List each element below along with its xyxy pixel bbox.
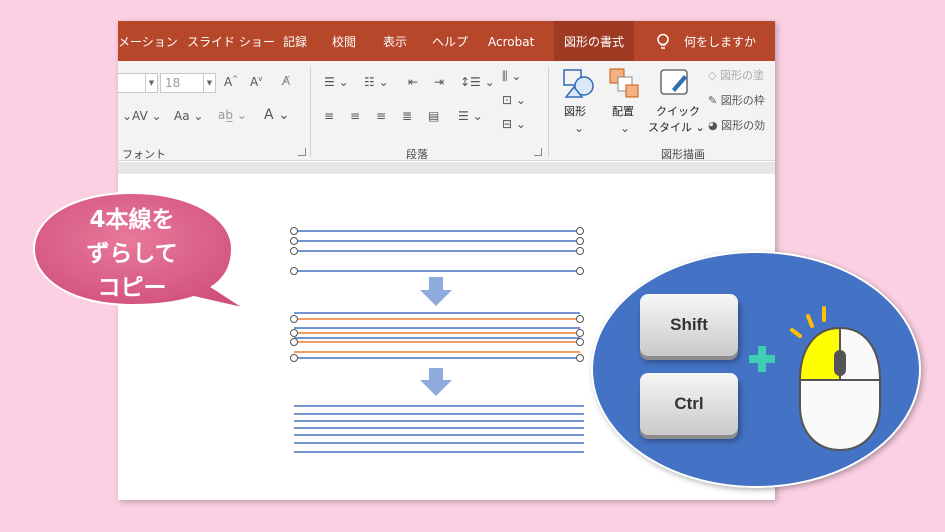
plus-icon [749, 346, 775, 372]
align-center-icon[interactable]: ≡ [350, 109, 360, 123]
tab-shape-format[interactable]: 図形の書式 [554, 21, 635, 61]
paragraph-dialog-launcher-icon[interactable] [534, 148, 542, 156]
distribute-icon[interactable]: ▤ [428, 109, 439, 123]
shape-fill-button[interactable]: ◇ 図形の塗 [708, 67, 764, 83]
paint-bucket-icon: ◇ [708, 69, 717, 82]
font-dialog-launcher-icon[interactable] [298, 148, 306, 156]
increase-indent-icon[interactable]: ⇥ [434, 75, 444, 89]
tab-slideshow[interactable]: スライド ショー [187, 21, 275, 61]
line-group-original[interactable] [290, 227, 584, 275]
paragraph-group-label: 段落 [406, 148, 428, 161]
ribbon-canvas-gap [118, 162, 775, 174]
callout-line: 4本線を [89, 207, 175, 233]
ribbon-tab-bar: メーション スライド ショー 記録 校閲 表示 ヘルプ Acrobat 図形の書… [118, 21, 775, 61]
grow-font-icon[interactable]: A^ [224, 75, 238, 89]
shift-key-icon: Shift [640, 294, 738, 356]
group-divider [310, 67, 311, 157]
font-size-value: 18 [165, 76, 181, 90]
align-right-icon[interactable]: ≡ [376, 109, 386, 123]
shapes-label[interactable]: 図形 [564, 103, 586, 119]
arrange-icon[interactable] [608, 67, 640, 99]
tell-me-search[interactable]: 何をしますか [684, 21, 756, 61]
quick-styles-icon[interactable] [658, 67, 692, 99]
justify-icon[interactable]: ≣ [402, 109, 412, 123]
callout-line: コピー [97, 275, 167, 301]
bullets-icon[interactable]: ☰ ⌄ [324, 75, 349, 89]
ctrl-key-icon: Ctrl [640, 373, 738, 435]
quick-styles-label-1[interactable]: クイック [656, 103, 700, 119]
text-direction-icon[interactable]: ⫼ ⌄ [502, 69, 521, 84]
change-case-icon[interactable]: Aa ⌄ [174, 109, 203, 123]
character-spacing-icon[interactable]: AV ⌄ [132, 109, 162, 123]
chevron-down-icon[interactable]: ▼ [145, 74, 157, 92]
decrease-indent-icon[interactable]: ⇤ [408, 75, 418, 89]
font-size-combo[interactable]: 18 ▼ [160, 73, 216, 93]
mouse-left-click-icon [790, 306, 881, 452]
shape-outline-button[interactable]: ✎ 図形の枠 [708, 92, 765, 108]
shapes-icon[interactable] [562, 67, 596, 99]
callout-text: 4本線を ずらして コピー [52, 203, 212, 305]
tab-view[interactable]: 表示 [383, 21, 407, 61]
shape-effects-button[interactable]: ◕ 図形の効 [708, 117, 765, 133]
ribbon: ▼ 18 ▼ A^ Av A̸ ⌄ AV ⌄ Aa ⌄ ab̲ ⌄ A ⌄ フォン… [118, 61, 775, 161]
smartart-convert-icon[interactable]: ⊟ ⌄ [502, 117, 526, 131]
tab-help[interactable]: ヘルプ [432, 21, 468, 61]
tab-acrobat[interactable]: Acrobat [488, 21, 534, 61]
drawing-group-label: 図形描画 [661, 148, 705, 161]
chevron-down-icon[interactable]: ⌄ [620, 121, 630, 135]
line-spacing-icon[interactable]: ↕☰ ⌄ [460, 75, 495, 89]
numbering-icon[interactable]: ☷ ⌄ [364, 75, 389, 89]
callout-line: ずらして [86, 241, 178, 267]
highlight-color-icon[interactable]: ab̲ ⌄ [218, 108, 247, 122]
shrink-font-icon[interactable]: Av [250, 75, 262, 89]
tab-animation[interactable]: メーション [118, 21, 178, 61]
tab-review[interactable]: 校閲 [332, 21, 356, 61]
font-group-label: フォント [122, 148, 166, 161]
group-divider [548, 67, 549, 157]
font-color-icon[interactable]: A ⌄ [264, 107, 290, 123]
down-arrow-icon [420, 368, 452, 396]
pen-icon: ✎ [708, 94, 718, 107]
chevron-down-icon[interactable]: ⌄ [574, 121, 584, 135]
columns-icon[interactable]: ☰ ⌄ [458, 109, 483, 123]
effects-icon: ◕ [708, 119, 718, 132]
quick-styles-label-2[interactable]: スタイル ⌄ [648, 119, 705, 135]
chevron-down-icon[interactable]: ⌄ [122, 109, 132, 123]
clear-formatting-icon[interactable]: A̸ [282, 74, 290, 88]
line-group-result[interactable] [294, 405, 584, 453]
line-group-copying[interactable] [290, 312, 584, 362]
font-name-combo[interactable]: ▼ [118, 73, 158, 93]
align-text-icon[interactable]: ⊡ ⌄ [502, 93, 526, 107]
tab-record[interactable]: 記録 [283, 21, 307, 61]
lightbulb-icon [657, 33, 669, 49]
align-left-icon[interactable]: ≡ [324, 109, 334, 123]
down-arrow-icon [420, 277, 452, 306]
chevron-down-icon[interactable]: ▼ [203, 74, 215, 92]
arrange-label[interactable]: 配置 [612, 103, 634, 119]
